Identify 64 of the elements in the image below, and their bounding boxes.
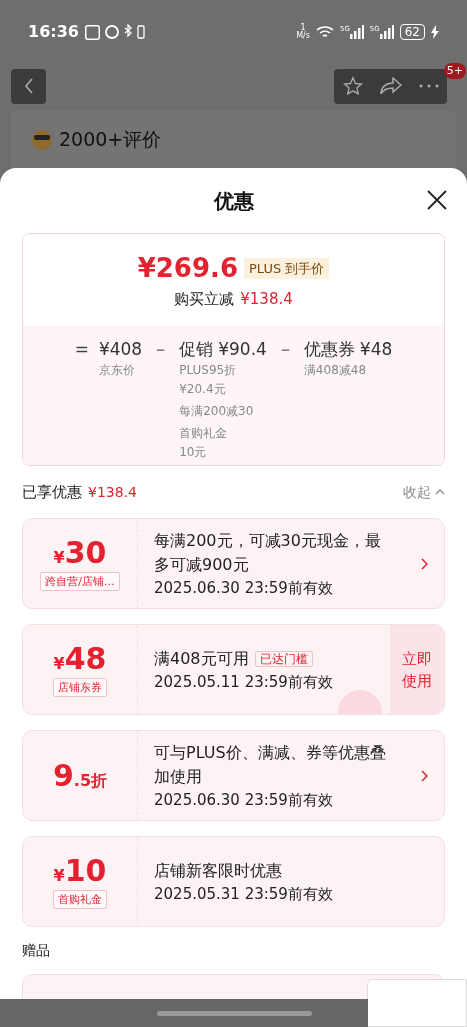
coupon-card[interactable]: ¥30 跨自营/店铺… 每满200元，可减30元现金，最多可减900元 2025.06.30 23:59前有效 [22,518,445,609]
breakdown-note: 京东价 [98,362,136,379]
coupon-validity: 2025.05.11 23:59前有效 [154,671,334,693]
enjoyed-amount: ¥138.4 [88,482,137,502]
coupon-tag: 跨自营/店铺… [40,572,120,591]
close-icon [427,190,447,210]
clock: 16:36 [28,21,79,43]
review-count: 2000+评价 [59,127,162,152]
back-icon [23,78,34,94]
coupon-tag: 首购礼金 [53,890,107,909]
operator-sign: － [152,338,170,361]
close-button[interactable] [425,188,449,212]
network-speed: 1 M/s [296,24,310,40]
notification-badge: 5+ [443,62,466,79]
star-icon[interactable] [342,76,363,96]
chevron-right-icon [420,769,428,782]
wifi-icon [315,25,334,39]
operator-sign: = [74,338,89,361]
signal-icon [379,25,394,39]
more-icon[interactable] [418,84,439,88]
coupon-tag: 店铺东券 [53,678,107,697]
breakdown-note: PLUS95折 ¥20.4元 [179,362,238,398]
breakdown-amount: ¥48 [359,338,393,361]
coupon-description: 满408元可用 [154,648,249,668]
coupon-value: 9.5折 [52,758,108,793]
coupon-card[interactable]: ¥48 店铺东券 满408元可用 已达门槛 2025.05.11 23:59前有效 立即使用 [22,624,445,715]
collapse-toggle[interactable]: 收起 [403,481,445,503]
back-button[interactable] [11,68,46,104]
coupon-value: ¥30 [53,536,107,570]
use-now-button[interactable]: 立即使用 [390,625,444,714]
coupon-validity: 2025.06.30 23:59前有效 [154,577,334,599]
coupon-card[interactable]: 9.5折 可与PLUS价、满减、券等优惠叠加使用 2025.06.30 23:59前有效 [22,730,445,821]
gifts-heading: 赠品 [22,941,50,960]
coupon-description: 可与PLUS价、满减、券等优惠叠加使用 [154,742,386,786]
coupon-value: ¥48 [53,642,107,676]
battery-level: 62 [399,24,425,40]
sheet-title: 优惠 [213,187,254,215]
signal-icon [349,25,364,39]
chevron-up-icon [435,489,445,495]
coupon-description: 店铺新客限时优惠 [154,860,282,880]
coupon-description: 每满200元，可减30元现金，最多可减900元 [154,530,381,574]
breakdown-label: 促销 [179,338,214,361]
bluetooth-icon [123,24,132,40]
breakdown-note: 每满200减30 [179,403,255,420]
saving-amount: ¥138.4 [240,288,293,310]
breakdown-label: 优惠券 [303,338,355,361]
chevron-right-icon [420,557,428,570]
coupon-validity: 2025.05.31 23:59前有效 [154,883,334,905]
breakdown-note: 首购礼金 10元 [179,425,229,461]
charging-icon [431,25,439,39]
coupon-validity: 2025.06.30 23:59前有效 [154,789,334,811]
avatar-icon [31,128,53,151]
share-icon[interactable] [379,77,402,95]
breakdown-amount: ¥408 [98,338,143,361]
operator-sign: － [276,338,294,361]
plus-price-badge: PLUS 到手价 [244,257,330,279]
enjoyed-label: 已享优惠 [22,481,82,503]
breakdown-amount: ¥90.4 [218,338,267,361]
breakdown-note: 满408减48 [303,362,368,379]
final-price: ¥269.6 [137,251,238,285]
coupon-card[interactable]: ¥10 首购礼金 店铺新客限时优惠 2025.05.31 23:59前有效 [22,836,445,927]
saving-label: 购买立减 [174,288,235,310]
coupon-value: ¥10 [53,854,107,888]
threshold-badge: 已达门槛 [254,651,313,667]
